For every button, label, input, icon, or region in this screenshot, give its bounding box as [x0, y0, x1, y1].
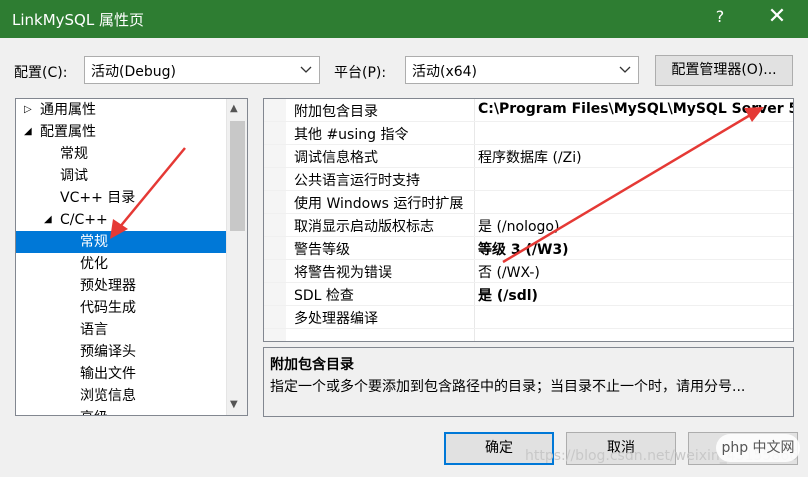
property-name: 取消显示启动版权标志	[294, 219, 434, 235]
tree-item-preprocessor[interactable]: 预处理器	[16, 275, 226, 297]
property-name: SDL 检查	[294, 288, 354, 304]
tree-item-label: C/C++	[60, 212, 108, 228]
chevron-down-icon	[300, 66, 312, 73]
property-name: 其他 #using 指令	[294, 127, 409, 143]
property-name: 警告等级	[294, 242, 350, 258]
config-select[interactable]: 活动(Debug)	[84, 56, 320, 84]
property-grid: 附加包含目录 C:\Program Files\MySQL\MySQL Serv…	[263, 98, 794, 342]
tree-item-label: 配置属性	[40, 124, 96, 140]
tree-item-browse-info[interactable]: 浏览信息	[16, 385, 226, 407]
tree-item-output-files[interactable]: 输出文件	[16, 363, 226, 385]
property-value[interactable]: 等级 3 (/W3)	[478, 239, 569, 259]
description-panel: 附加包含目录 指定一个或多个要添加到包含路径中的目录；当目录不止一个时，请用分号…	[263, 347, 794, 417]
tree-item-label: 常规	[80, 234, 108, 250]
property-row[interactable]: 附加包含目录 C:\Program Files\MySQL\MySQL Serv…	[264, 99, 793, 122]
scrollbar-thumb[interactable]	[230, 121, 245, 231]
config-label: 配置(C):	[14, 65, 68, 81]
description-text: 指定一个或多个要添加到包含路径中的目录；当目录不止一个时，请用分号...	[270, 379, 746, 395]
tree-item-vc-directories[interactable]: VC++ 目录	[16, 187, 226, 209]
tree-item-advanced[interactable]: 高级	[16, 407, 226, 415]
description-title: 附加包含目录	[270, 357, 354, 373]
property-row[interactable]: 警告等级 等级 3 (/W3)	[264, 237, 793, 260]
collapse-icon[interactable]: ◢	[24, 121, 32, 143]
tree-item-language[interactable]: 语言	[16, 319, 226, 341]
tree-item-debugging[interactable]: 调试	[16, 165, 226, 187]
window-title: LinkMySQL 属性页	[12, 11, 144, 29]
help-button[interactable]: ?	[710, 7, 730, 26]
watermark-badge: php 中文网	[716, 434, 800, 462]
tree-item-cpp-general[interactable]: 常规	[16, 231, 226, 253]
tree-item-precompiled-headers[interactable]: 预编译头	[16, 341, 226, 363]
property-name: 使用 Windows 运行时扩展	[294, 196, 464, 212]
tree-item-optimization[interactable]: 优化	[16, 253, 226, 275]
tree-item-cpp[interactable]: ◢ C/C++	[16, 209, 226, 231]
scroll-up-icon[interactable]: ▲	[230, 103, 238, 114]
collapse-icon[interactable]: ◢	[44, 209, 52, 231]
property-value[interactable]: C:\Program Files\MySQL\MySQL Server 5.5	[478, 101, 793, 117]
property-name: 将警告视为错误	[294, 265, 392, 281]
config-manager-button[interactable]: 配置管理器(O)...	[655, 55, 793, 86]
property-name: 附加包含目录	[294, 104, 378, 120]
title-bar: LinkMySQL 属性页 ? ✕	[0, 0, 808, 38]
tree-item-label: 代码生成	[80, 300, 136, 316]
tree-item-label: 高级	[80, 407, 108, 415]
property-name: 公共语言运行时支持	[294, 173, 420, 189]
tree-item-label: 浏览信息	[80, 388, 136, 404]
tree-item-config-props[interactable]: ◢ 配置属性	[16, 121, 226, 143]
platform-select-value: 活动(x64)	[412, 64, 478, 80]
tree-item-code-generation[interactable]: 代码生成	[16, 297, 226, 319]
property-row[interactable]: SDL 检查 是 (/sdl)	[264, 283, 793, 306]
property-row[interactable]: 其他 #using 指令	[264, 122, 793, 145]
tree-item-label: 预处理器	[80, 278, 136, 294]
property-row[interactable]: 使用 Windows 运行时扩展	[264, 191, 793, 214]
chevron-down-icon	[619, 66, 631, 73]
property-value[interactable]: 是 (/sdl)	[478, 285, 538, 305]
property-row[interactable]: 取消显示启动版权标志 是 (/nologo)	[264, 214, 793, 237]
property-row[interactable]: 多处理器编译	[264, 306, 793, 329]
tree-item-label: 语言	[80, 322, 108, 338]
tree-item-label: 常规	[60, 146, 88, 162]
platform-select[interactable]: 活动(x64)	[405, 56, 639, 84]
platform-label: 平台(P):	[334, 65, 387, 81]
property-row[interactable]: 将警告视为错误 否 (/WX-)	[264, 260, 793, 283]
tree-item-label: 输出文件	[80, 366, 136, 382]
tree-item-label: 通用属性	[40, 102, 96, 118]
tree-item-label: 优化	[80, 256, 108, 272]
close-button[interactable]: ✕	[762, 4, 792, 29]
property-value[interactable]: 否 (/WX-)	[478, 262, 540, 282]
property-value[interactable]: 是 (/nologo)	[478, 216, 559, 236]
tree-item-general[interactable]: 常规	[16, 143, 226, 165]
tree-item-label: VC++ 目录	[60, 190, 136, 206]
expand-icon[interactable]: ▷	[24, 99, 32, 121]
property-name: 多处理器编译	[294, 311, 378, 327]
tree-item-label: 预编译头	[80, 344, 136, 360]
config-select-value: 活动(Debug)	[91, 64, 176, 80]
property-row[interactable]: 公共语言运行时支持	[264, 168, 793, 191]
tree-item-common-props[interactable]: ▷ 通用属性	[16, 99, 226, 121]
property-tree: ▷ 通用属性 ◢ 配置属性 常规 调试 VC++ 目录 ◢ C/C++ 常规 优…	[15, 98, 248, 416]
property-row[interactable]: 调试信息格式 程序数据库 (/Zi)	[264, 145, 793, 168]
property-name: 调试信息格式	[294, 150, 378, 166]
scroll-down-icon[interactable]: ▼	[230, 399, 238, 410]
tree-item-label: 调试	[60, 168, 88, 184]
property-value[interactable]: 程序数据库 (/Zi)	[478, 147, 582, 167]
tree-scrollbar[interactable]: ▲ ▼	[226, 99, 247, 415]
